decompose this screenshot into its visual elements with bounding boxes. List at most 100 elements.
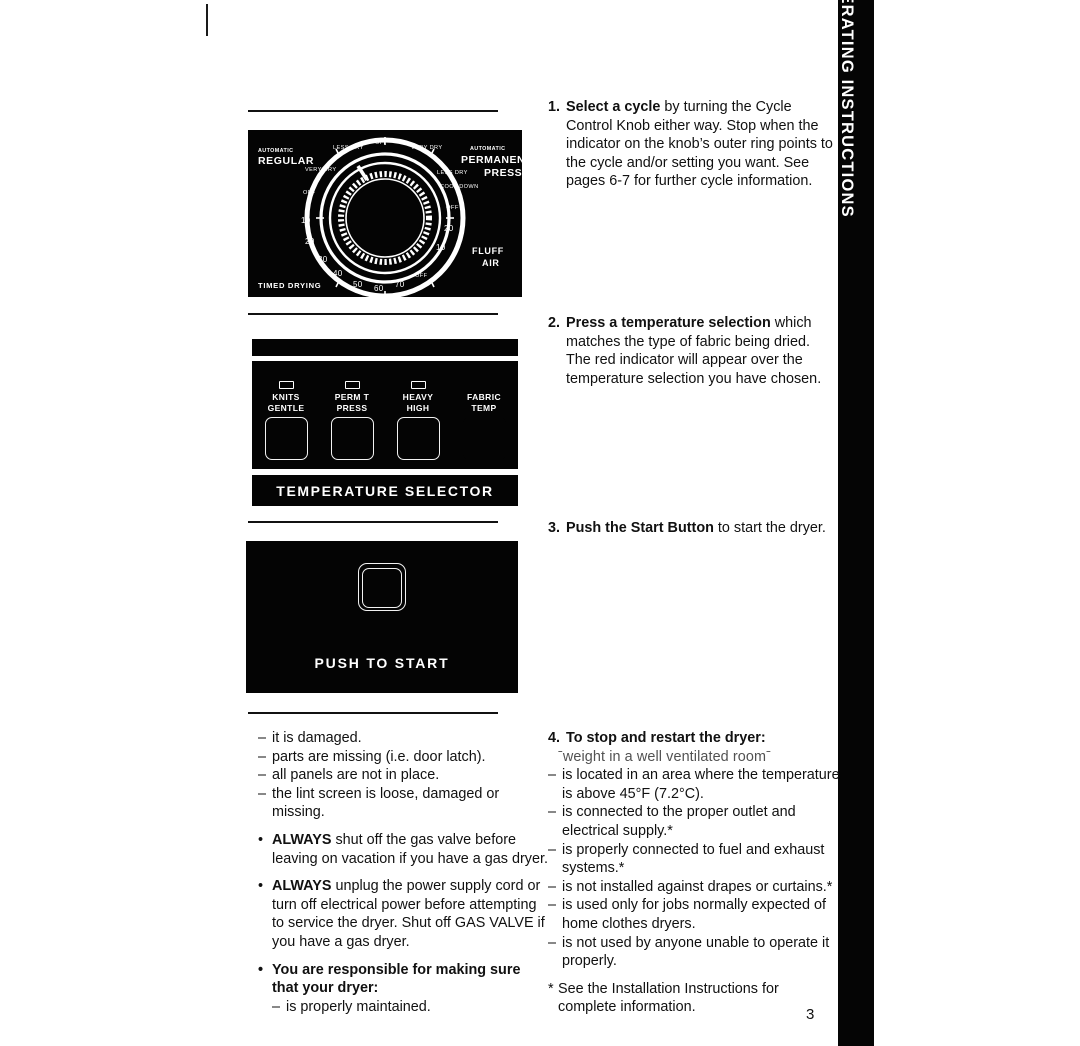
step-3-number: 3. (548, 520, 561, 536)
dash-marker: – (258, 785, 267, 802)
button-placeholder (462, 417, 506, 460)
dash-marker: – (258, 730, 267, 746)
dash-marker: – (548, 934, 557, 951)
step-3: 3. Push the Start Button to start the dr… (548, 519, 836, 538)
temperature-selector-caption: TEMPERATURE SELECTOR (276, 482, 494, 499)
document-page: OPERATING INSTRUCTIONS AUTOMATIC REGULAR… (0, 0, 1080, 1046)
dash-marker: – (548, 804, 557, 821)
step-2: 2. Press a temperature selection which m… (548, 314, 836, 388)
option-label-line2: PRESS (336, 403, 368, 413)
cycle-knob-illustration: AUTOMATIC REGULAR AUTOMATIC PERMANENT PR… (248, 130, 522, 297)
svg-text:OFF: OFF (446, 205, 459, 211)
dash-marker: – (548, 767, 557, 784)
start-button-inner-bezel (362, 568, 402, 608)
svg-text:TIMED DRYING: TIMED DRYING (258, 281, 321, 290)
svg-text:AIR: AIR (482, 258, 500, 268)
button-slot-heavy-high[interactable] (390, 417, 446, 460)
svg-text:FLUFF: FLUFF (472, 246, 504, 256)
list-item-text: the lint screen is loose, damaged or mis… (272, 785, 500, 821)
list-item-text: You are responsible for making sure that… (272, 961, 521, 997)
svg-text:OFF: OFF (415, 273, 428, 279)
divider-rule-3 (248, 521, 498, 523)
list-item: • ALWAYS unplug the power supply cord or… (258, 877, 548, 951)
list-item-text: is connected to the proper outlet and el… (562, 804, 796, 839)
temperature-panel-top-strip (252, 339, 518, 356)
list-item-lead: ALWAYS (272, 831, 332, 848)
button-slot-knits-gentle[interactable] (258, 417, 314, 460)
list-item: – is not used by anyone unable to operat… (548, 934, 840, 971)
list-item-lead: ALWAYS (272, 878, 332, 895)
temperature-button-perm-press[interactable] (330, 417, 374, 460)
option-label-line2: HIGH (406, 403, 430, 413)
svg-text:OFF: OFF (375, 140, 388, 146)
step-1: 1. Select a cycle by turning the Cycle C… (548, 98, 836, 191)
step-2-number: 2. (548, 315, 561, 331)
svg-text:VERY DRY: VERY DRY (411, 145, 443, 151)
svg-text:40: 40 (333, 269, 343, 278)
footnote-text: See the Installation Instructions for co… (558, 980, 779, 1016)
temperature-option-heavy-high[interactable]: HEAVY HIGH (390, 381, 446, 414)
list-item-text: is properly connected to fuel and exhaus… (562, 841, 825, 877)
list-item-text: is not used by anyone unable to operate … (562, 934, 830, 970)
footnote: * See the Installation Instructions for … (548, 980, 840, 1017)
svg-text:10: 10 (301, 216, 311, 225)
list-item-text: all panels are not in place. (272, 767, 440, 784)
section-tab-operating-instructions: OPERATING INSTRUCTIONS (838, 0, 874, 1046)
list-item-text: is not installed against drapes or curta… (562, 878, 833, 895)
figure-push-to-start: PUSH TO START (246, 541, 518, 693)
step-4-number: 4. (548, 730, 561, 746)
list-item-text: is used only for jobs normally expected … (562, 897, 826, 932)
temperature-label-row: KNITS GENTLE PERM T PRESS HEAVY HIGH FAB… (252, 381, 518, 414)
dash-marker: – (272, 998, 281, 1015)
group-label-line1: FABRIC (466, 392, 502, 402)
button-slot-empty (456, 417, 512, 460)
footnote-marker: * (548, 980, 554, 997)
svg-text:AUTOMATIC: AUTOMATIC (470, 146, 505, 152)
svg-text:VERY DRY: VERY DRY (305, 167, 337, 173)
safety-list-right-column: 4. To stop and restart the dryer: ˉweigh… (548, 729, 840, 1017)
temperature-button-row (252, 417, 518, 460)
list-item: – it is damaged. (258, 729, 548, 748)
step-3-lead: Push the Start Button (566, 520, 714, 536)
start-button[interactable] (358, 563, 406, 611)
dash-marker: – (548, 841, 557, 858)
svg-text:AUTOMATIC: AUTOMATIC (258, 148, 293, 154)
step-1-number: 1. (548, 99, 561, 115)
list-item-text: is located in an area where the temperat… (562, 767, 840, 802)
temperature-button-heavy-high[interactable] (396, 417, 440, 460)
list-item: – is properly maintained. (258, 998, 548, 1017)
list-item-text: parts are missing (i.e. door latch). (272, 748, 486, 765)
option-label-line1: KNITS (272, 392, 300, 402)
svg-text:COOL DOWN: COOL DOWN (440, 184, 479, 190)
dash-marker: – (548, 878, 557, 895)
svg-text:LESS DRY: LESS DRY (437, 170, 468, 176)
section-tab-label: OPERATING INSTRUCTIONS (838, 0, 856, 218)
divider-rule-1 (248, 110, 498, 112)
button-slot-perm-press[interactable] (324, 417, 380, 460)
divider-rule-4 (248, 712, 498, 714)
bullet-marker: • (258, 961, 264, 978)
list-item: • ALWAYS shut off the gas valve before l… (258, 831, 548, 868)
option-label-line2: GENTLE (267, 403, 305, 413)
temperature-button-knits-gentle[interactable] (264, 417, 308, 460)
svg-text:PERMANENT: PERMANENT (461, 154, 522, 166)
svg-text:50: 50 (353, 280, 363, 289)
list-item: – is used only for jobs normally expecte… (548, 896, 840, 933)
step-3-text: to start the dryer. (713, 520, 826, 536)
svg-text:20: 20 (444, 224, 454, 233)
figure-cycle-control-knob: AUTOMATIC REGULAR AUTOMATIC PERMANENT PR… (248, 130, 522, 297)
temperature-group-label-fabric-temp: FABRIC TEMP (456, 381, 512, 414)
indicator-led-icon (410, 381, 426, 389)
led-placeholder (477, 381, 492, 389)
svg-text:LESS DRY: LESS DRY (333, 145, 364, 151)
option-label-line1: PERM T (334, 392, 370, 402)
scan-artifact-line: ˉweight in a well ventilated roomˉ (558, 748, 771, 765)
crop-mark (206, 4, 208, 36)
list-item: – the lint screen is loose, damaged or m… (258, 785, 548, 822)
temperature-option-perm-press[interactable]: PERM T PRESS (324, 381, 380, 414)
step-2-lead: Press a temperature selection (566, 315, 771, 331)
svg-text:PRESS: PRESS (484, 167, 522, 179)
bullet-marker: • (258, 831, 264, 848)
list-item: – parts are missing (i.e. door latch). (258, 748, 548, 767)
temperature-option-knits-gentle[interactable]: KNITS GENTLE (258, 381, 314, 414)
